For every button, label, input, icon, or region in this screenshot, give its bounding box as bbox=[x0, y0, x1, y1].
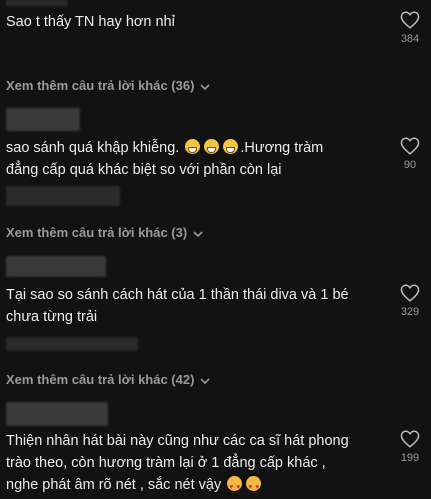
like-count: 199 bbox=[400, 452, 420, 464]
redacted-meta bbox=[6, 337, 138, 351]
like-button[interactable]: 199 bbox=[397, 430, 423, 464]
heart-outline-icon bbox=[400, 11, 420, 29]
like-count: 329 bbox=[400, 306, 420, 318]
comment-text: sao sánh quá khập khiễng. .Hương tràm đẳ… bbox=[6, 139, 324, 178]
chevron-down-icon bbox=[193, 226, 203, 241]
smiling-face-with-hearts-emoji bbox=[227, 476, 243, 499]
heart-outline-icon bbox=[400, 137, 420, 155]
like-count: 384 bbox=[400, 33, 420, 45]
redacted-username bbox=[6, 256, 106, 277]
chevron-down-icon bbox=[200, 79, 211, 94]
grinning-face-emoji bbox=[204, 139, 220, 154]
grinning-face-emoji bbox=[185, 139, 201, 154]
comment-text: Tại sao so sánh cách hát của 1 thần thái… bbox=[6, 287, 349, 325]
like-button[interactable]: 384 bbox=[397, 11, 423, 45]
like-button[interactable]: 90 bbox=[397, 137, 423, 171]
redacted-username bbox=[6, 108, 80, 131]
smiling-face-with-hearts-emoji bbox=[246, 476, 262, 499]
heart-outline-icon bbox=[400, 430, 420, 448]
grinning-face-emoji bbox=[223, 139, 239, 154]
redacted-username bbox=[6, 0, 68, 6]
view-more-replies[interactable]: Xem thêm câu trả lời khác (3) bbox=[6, 225, 203, 241]
view-more-replies[interactable]: Xem thêm câu trả lời khác (42) bbox=[6, 372, 211, 388]
redacted-username bbox=[6, 402, 108, 426]
chevron-down-icon bbox=[200, 373, 211, 388]
like-button[interactable]: 329 bbox=[397, 284, 423, 318]
heart-outline-icon bbox=[400, 284, 420, 302]
comment-text: Sao t thấy TN hay hơn nhỉ bbox=[6, 14, 175, 30]
view-more-replies[interactable]: Xem thêm câu trả lời khác (36) bbox=[6, 78, 211, 94]
redacted-meta bbox=[6, 186, 120, 206]
like-count: 90 bbox=[403, 159, 417, 171]
comment-text: Thiện nhân hát bài này cũng như các ca s… bbox=[6, 430, 349, 499]
